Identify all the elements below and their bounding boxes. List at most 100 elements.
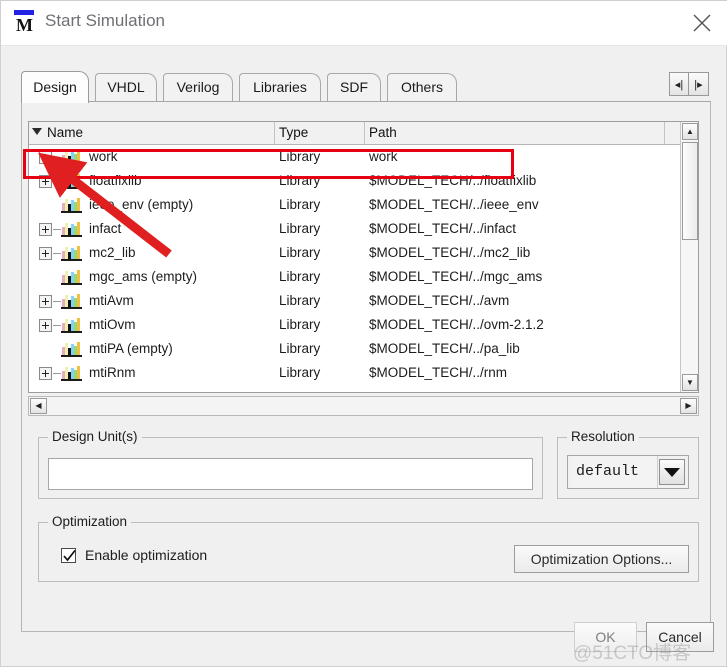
- cell-path: $MODEL_TECH/../mc2_lib: [369, 245, 531, 260]
- table-row[interactable]: mtiRnm Library $MODEL_TECH/../rnm: [29, 361, 682, 385]
- library-icon: [61, 293, 82, 309]
- cell-path: $MODEL_TECH/../ovm-2.1.2: [369, 317, 544, 332]
- library-icon: [61, 317, 82, 333]
- table-row[interactable]: mgc_ams (empty) Library $MODEL_TECH/../m…: [29, 265, 682, 289]
- cell-type: Library: [279, 149, 321, 164]
- tab-libraries[interactable]: Libraries: [239, 73, 321, 101]
- chevron-left-icon[interactable]: ◂|: [669, 72, 689, 96]
- tab-vhdl[interactable]: VHDL: [95, 73, 157, 101]
- cell-name: mgc_ams (empty): [89, 269, 198, 284]
- cell-type: Library: [279, 221, 321, 236]
- cell-type: Library: [279, 317, 321, 332]
- cell-name: infact: [89, 221, 122, 236]
- scroll-right-icon[interactable]: ▶: [680, 398, 697, 414]
- expander-floatfixlib[interactable]: [39, 175, 52, 188]
- expander-mtirnm[interactable]: [39, 367, 52, 380]
- table-row[interactable]: infact Library $MODEL_TECH/../infact: [29, 217, 682, 241]
- tab-others[interactable]: Others: [387, 73, 457, 101]
- column-header-type[interactable]: Type: [275, 122, 365, 144]
- table-row[interactable]: mtiAvm Library $MODEL_TECH/../avm: [29, 289, 682, 313]
- optimization-label: Optimization: [48, 514, 132, 529]
- cell-type: Library: [279, 365, 321, 380]
- cell-name: mtiRnm: [89, 365, 136, 380]
- checkmark-icon[interactable]: [61, 547, 76, 563]
- cell-path: $MODEL_TECH/../rnm: [369, 365, 508, 380]
- library-icon: [61, 245, 82, 261]
- cell-name: work: [89, 149, 118, 164]
- library-list-header: Name Type Path: [29, 122, 698, 145]
- title-bar: M Start Simulation: [1, 1, 727, 46]
- cell-type: Library: [279, 293, 321, 308]
- resolution-label: Resolution: [567, 429, 639, 444]
- library-list-vertical-scrollbar[interactable]: ▲ ▼: [680, 122, 698, 392]
- design-units-label: Design Unit(s): [48, 429, 142, 444]
- resolution-group: Resolution default: [557, 429, 699, 499]
- ok-button[interactable]: OK: [574, 622, 637, 652]
- tree-elbow: [53, 157, 61, 158]
- tab-design[interactable]: Design: [21, 71, 89, 103]
- design-tab-panel: Name Type Path work Library work floatfi…: [21, 102, 711, 632]
- library-icon: [61, 269, 82, 285]
- tab-sdf[interactable]: SDF: [327, 73, 381, 101]
- expander-work[interactable]: [39, 151, 52, 164]
- cell-path: $MODEL_TECH/../infact: [369, 221, 517, 236]
- expander-infact[interactable]: [39, 223, 52, 236]
- cell-name: floatfixlib: [89, 173, 142, 188]
- tree-elbow: [53, 301, 61, 302]
- table-row[interactable]: ieee_env (empty) Library $MODEL_TECH/../…: [29, 193, 682, 217]
- tree-elbow: [53, 373, 61, 374]
- tree-elbow: [53, 325, 61, 326]
- column-header-path[interactable]: Path: [365, 122, 665, 144]
- design-units-input[interactable]: [48, 458, 533, 490]
- design-units-group: Design Unit(s): [38, 429, 543, 499]
- cell-type: Library: [279, 245, 321, 260]
- cell-type: Library: [279, 269, 321, 284]
- tree-elbow: [53, 253, 61, 254]
- mentor-m-logo-icon: M: [13, 10, 37, 36]
- tab-bar: Design VHDL Verilog Libraries SDF Others…: [21, 71, 711, 103]
- table-row[interactable]: mtiPA (empty) Library $MODEL_TECH/../pa_…: [29, 337, 682, 361]
- tree-elbow: [53, 229, 61, 230]
- cell-path: work: [369, 149, 398, 164]
- cell-name: mc2_lib: [89, 245, 136, 260]
- library-icon: [61, 173, 82, 189]
- table-row[interactable]: mc2_lib Library $MODEL_TECH/../mc2_lib: [29, 241, 682, 265]
- table-row[interactable]: work Library work: [29, 145, 682, 169]
- vertical-scroll-thumb[interactable]: [682, 142, 698, 240]
- cell-path: $MODEL_TECH/../mgc_ams: [369, 269, 543, 284]
- optimization-group: Optimization Enable optimization Optimiz…: [38, 514, 699, 582]
- cell-name: mtiOvm: [89, 317, 136, 332]
- sort-descending-icon: [32, 128, 42, 135]
- library-list-horizontal-scrollbar[interactable]: ◀ ▶: [28, 396, 699, 416]
- expander-mc2-lib[interactable]: [39, 247, 52, 260]
- cell-name: ieee_env (empty): [89, 197, 194, 212]
- column-header-name[interactable]: Name: [29, 122, 275, 144]
- cell-name: mtiPA (empty): [89, 341, 173, 356]
- library-list[interactable]: Name Type Path work Library work floatfi…: [28, 121, 699, 393]
- cell-path: $MODEL_TECH/../floatfixlib: [369, 173, 537, 188]
- chevron-right-icon[interactable]: |▸: [689, 72, 709, 96]
- start-simulation-dialog: M Start Simulation Design VHDL Verilog L…: [0, 0, 727, 667]
- expander-mtiavm[interactable]: [39, 295, 52, 308]
- library-icon: [61, 221, 82, 237]
- scroll-up-icon[interactable]: ▲: [682, 123, 698, 140]
- scroll-down-icon[interactable]: ▼: [682, 374, 698, 391]
- cell-name: mtiAvm: [89, 293, 134, 308]
- library-icon: [61, 365, 82, 381]
- cell-type: Library: [279, 173, 321, 188]
- close-icon[interactable]: [682, 7, 722, 39]
- expander-mtiovm[interactable]: [39, 319, 52, 332]
- cell-path: $MODEL_TECH/../ieee_env: [369, 197, 539, 212]
- optimization-options-button[interactable]: Optimization Options...: [514, 545, 689, 573]
- cell-type: Library: [279, 341, 321, 356]
- enable-optimization-label: Enable optimization: [85, 547, 208, 563]
- library-list-rows: work Library work floatfixlib Library $M…: [29, 145, 682, 393]
- scroll-left-icon[interactable]: ◀: [30, 398, 47, 414]
- enable-optimization-checkbox[interactable]: Enable optimization: [61, 547, 207, 563]
- table-row[interactable]: floatfixlib Library $MODEL_TECH/../float…: [29, 169, 682, 193]
- table-row[interactable]: mtiOvm Library $MODEL_TECH/../ovm-2.1.2: [29, 313, 682, 337]
- chevron-down-icon[interactable]: [659, 459, 685, 485]
- tab-verilog[interactable]: Verilog: [163, 73, 233, 101]
- cancel-button[interactable]: Cancel: [646, 622, 714, 652]
- resolution-select[interactable]: default: [567, 455, 689, 489]
